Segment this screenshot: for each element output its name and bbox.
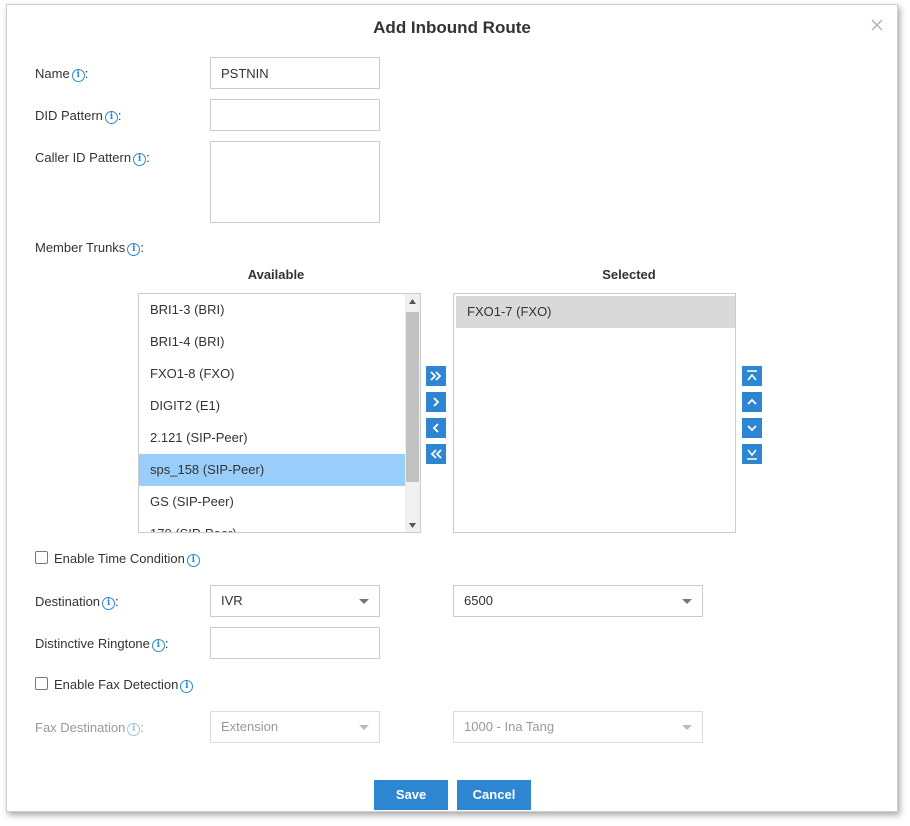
close-icon[interactable] [869,17,885,33]
info-icon[interactable]: i [71,69,85,82]
info-icon[interactable]: i [180,680,194,693]
available-trunk-item[interactable]: 2.121 (SIP-Peer) [139,422,406,454]
fax-destination-type-select: Extension [210,711,380,743]
did-pattern-label: DID Pattern i: [35,108,122,124]
available-trunks-list[interactable]: BRI1-3 (BRI) BRI1-4 (BRI) FXO1-8 (FXO) DIGI… [138,293,421,533]
distinctive-ringtone-input[interactable] [210,627,380,659]
info-icon[interactable]: i [133,153,147,166]
fax-destination-label: Fax Destination i: [35,720,144,736]
save-button[interactable]: Save [374,780,448,810]
available-trunk-item[interactable]: GS (SIP-Peer) [139,486,406,518]
chevron-down-icon [359,725,369,730]
caller-id-pattern-label: Caller ID Pattern i: [35,150,150,166]
chevron-down-icon [359,599,369,604]
scroll-up-icon[interactable] [405,294,420,308]
distinctive-ringtone-label: Distinctive Ringtone i: [35,636,169,652]
info-icon[interactable]: i [186,554,200,567]
destination-target-select[interactable]: 6500 [453,585,703,617]
available-trunk-item[interactable]: sps_158 (SIP-Peer) [139,454,406,486]
available-trunk-item[interactable]: FXO1-8 (FXO) [139,358,406,390]
scrollbar[interactable] [405,294,420,532]
selected-trunks-list[interactable]: FXO1-7 (FXO) [453,293,736,533]
selected-trunk-item[interactable]: FXO1-7 (FXO) [456,296,735,328]
caller-id-pattern-textarea[interactable] [210,141,380,223]
fax-destination-target-value: 1000 - Ina Tang [464,719,555,734]
scroll-down-icon[interactable] [405,518,420,532]
fax-destination-target-select: 1000 - Ina Tang [453,711,703,743]
fax-destination-type-value: Extension [221,719,279,734]
destination-type-select[interactable]: IVR [210,585,380,617]
available-heading: Available [247,267,305,282]
available-trunk-item[interactable]: DIGIT2 (E1) [139,390,406,422]
double-chevron-left-icon[interactable] [426,444,446,464]
destination-target-value: 6500 [464,593,493,608]
time-condition-checkbox[interactable] [35,551,48,564]
available-trunk-item[interactable]: BRI1-4 (BRI) [139,326,406,358]
fax-detection-label: Enable Fax Detection [54,677,179,692]
move-to-top-icon[interactable] [742,366,762,386]
chevron-down-icon[interactable] [742,418,762,438]
dialog-title: Add Inbound Route [373,18,531,37]
selected-heading: Selected [602,267,656,282]
available-items: BRI1-3 (BRI) BRI1-4 (BRI) FXO1-8 (FXO) DIGI… [139,294,406,532]
chevron-down-icon [682,725,692,730]
move-to-bottom-icon[interactable] [742,444,762,464]
fax-detection-row: Enable Fax Detection i [35,677,194,693]
cancel-button[interactable]: Cancel [457,780,531,810]
member-trunks-label: Member Trunks i: [35,240,144,256]
info-icon[interactable]: i [127,243,141,256]
info-icon[interactable]: i [104,111,118,124]
info-icon: i [127,723,141,736]
destination-type-value: IVR [221,593,243,608]
name-input[interactable] [210,57,380,89]
double-chevron-right-icon[interactable] [426,366,446,386]
available-trunk-item[interactable]: 170 (SIP-Peer) [139,518,406,532]
info-icon[interactable]: i [151,639,165,652]
scrollbar-thumb[interactable] [406,312,419,482]
info-icon[interactable]: i [102,597,116,610]
chevron-up-icon[interactable] [742,392,762,412]
available-trunk-item[interactable]: BRI1-3 (BRI) [139,294,406,326]
fax-detection-checkbox[interactable] [35,677,48,690]
destination-label: Destination i: [35,594,119,610]
name-label: Name i: [35,66,89,82]
chevron-down-icon [682,599,692,604]
time-condition-row: Enable Time Condition i [35,551,200,567]
chevron-right-icon[interactable] [426,392,446,412]
add-inbound-route-dialog: Add Inbound Route Namei: DID Patterni: C… [6,4,898,812]
chevron-left-icon[interactable] [426,418,446,438]
time-condition-label: Enable Time Condition [54,551,185,566]
did-pattern-input[interactable] [210,99,380,131]
selected-items: FXO1-7 (FXO) [454,294,735,328]
